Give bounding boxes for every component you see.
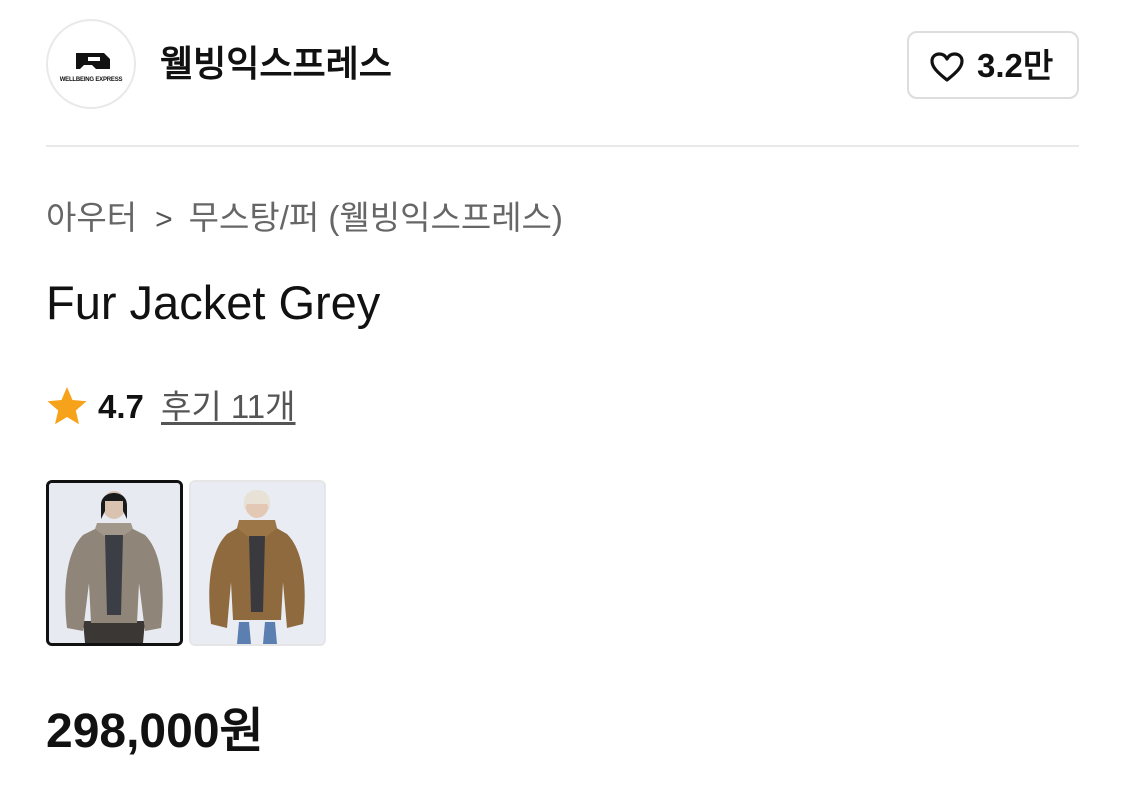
breadcrumb-subcategory[interactable]: 무스탕/퍼 (웰빙익스프레스) [189,199,563,236]
brand-logo-mark-icon [76,53,110,69]
product-price: 298,000원 [46,705,264,758]
like-count: 3.2만 [977,47,1054,84]
shop-header: WELLBEING EXPRESS 웰빙익스프레스 3.2만 [46,18,1079,112]
brand-logo-text: WELLBEING EXPRESS [59,77,123,83]
thumbnail-grey[interactable] [46,480,183,646]
chevron-right-icon: > [155,203,173,236]
header-divider [46,145,1079,147]
product-title: Fur Jacket Grey [46,276,381,329]
thumbnail-brown[interactable] [189,480,326,646]
product-image-grey [49,483,180,643]
rating-value: 4.7 [98,388,144,425]
breadcrumb: 아우터 > 무스탕/퍼 (웰빙익스프레스) [46,196,563,240]
product-image-brown [191,482,324,644]
brand-logo[interactable]: WELLBEING EXPRESS [46,19,136,109]
review-count-link[interactable]: 후기 11개 [161,386,296,428]
heart-icon [930,52,964,82]
brand-name[interactable]: 웰빙익스프레스 [160,42,392,86]
breadcrumb-category[interactable]: 아우터 [46,199,137,236]
star-icon [47,387,87,425]
like-button[interactable]: 3.2만 [907,31,1079,99]
